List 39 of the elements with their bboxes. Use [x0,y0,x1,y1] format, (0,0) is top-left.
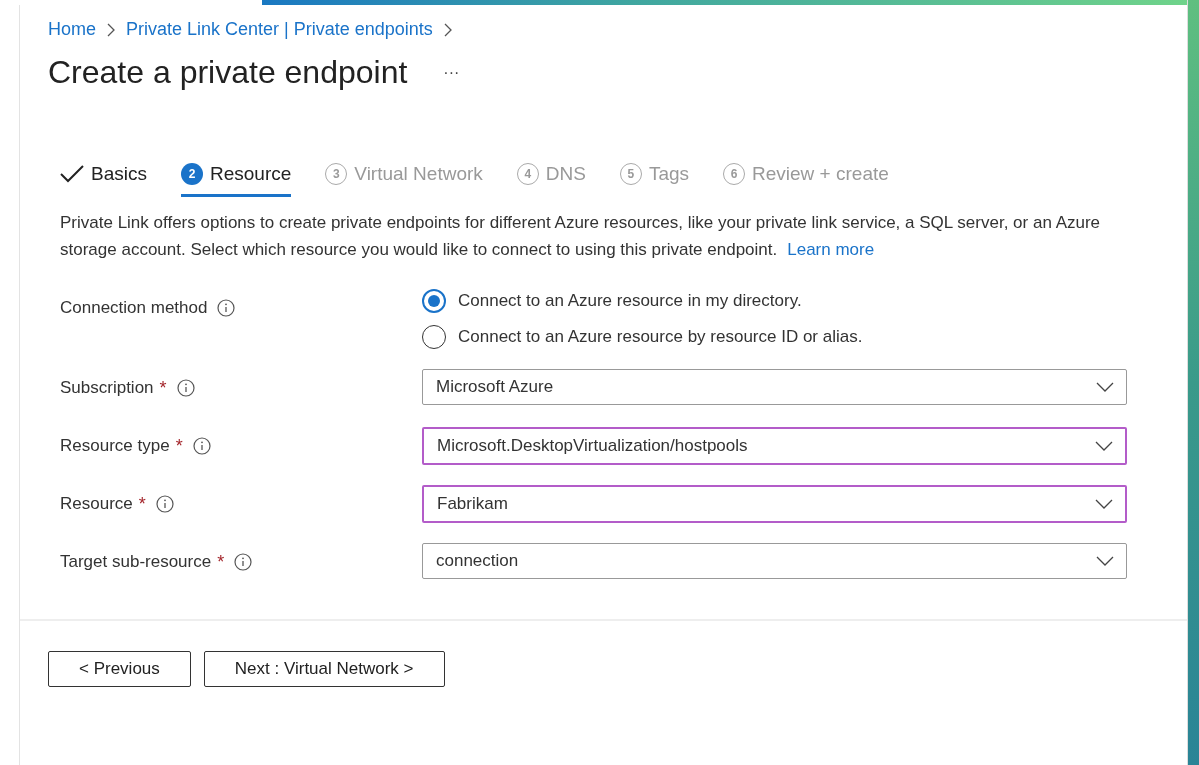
required-marker: * [217,551,225,573]
chevron-down-icon [1096,382,1114,392]
chevron-right-icon [442,22,453,37]
chevron-down-icon [1095,499,1113,509]
breadcrumb-link[interactable]: Private Link Center | Private endpoints [126,19,433,40]
radio-button[interactable] [422,289,446,313]
chevron-right-icon [106,22,116,37]
radio-label: Connect to an Azure resource in my directory. [458,291,802,311]
nav-button[interactable]: < Previous [48,651,191,687]
info-icon [234,553,253,571]
required-marker: * [159,377,167,399]
dropdown-field[interactable]: Fabrikam [422,485,1127,523]
breadcrumb-link[interactable]: Home [48,19,96,40]
chevron-down-icon [1095,441,1113,451]
dropdown-field[interactable]: Microsoft.DesktopVirtualization/hostpools [422,427,1127,465]
info-icon [192,437,211,455]
page-title: Create a private endpoint [48,54,408,91]
nav-button[interactable]: Next : Virtual Network > [203,651,445,687]
chevron-down-icon [1096,556,1114,566]
field-label: Resource type [60,436,170,456]
description-text: Private Link offers options to create private endpoints for different Azure resources, like your private link service, a SQL server, or an Azure storage account. Select which resource you would like to connect to using this private endpoint. Learn more [60,212,1102,261]
checkmark-icon [60,164,84,184]
info-icon [155,495,174,513]
more-button[interactable]: ··· [443,63,460,82]
wizard-tab[interactable]: 2 Resource [180,163,292,197]
field-label: Subscription [60,378,154,398]
radio-label: Connect to an Azure resource by resource ID or alias. [458,327,863,347]
dropdown-field[interactable]: connection [422,543,1127,579]
required-marker: * [138,493,146,515]
required-marker: * [175,435,183,457]
field-label: Resource [60,494,133,514]
dropdown-field[interactable]: Microsoft Azure [422,369,1127,405]
step-number: 2 [180,163,203,185]
wizard-tab[interactable]: Basics [60,163,147,197]
field-label: Connection method [60,298,208,318]
info-icon [217,299,236,317]
field-label: Target sub-resource [60,552,212,572]
learn-more-link[interactable]: Learn more [787,240,875,259]
info-icon [176,379,195,397]
